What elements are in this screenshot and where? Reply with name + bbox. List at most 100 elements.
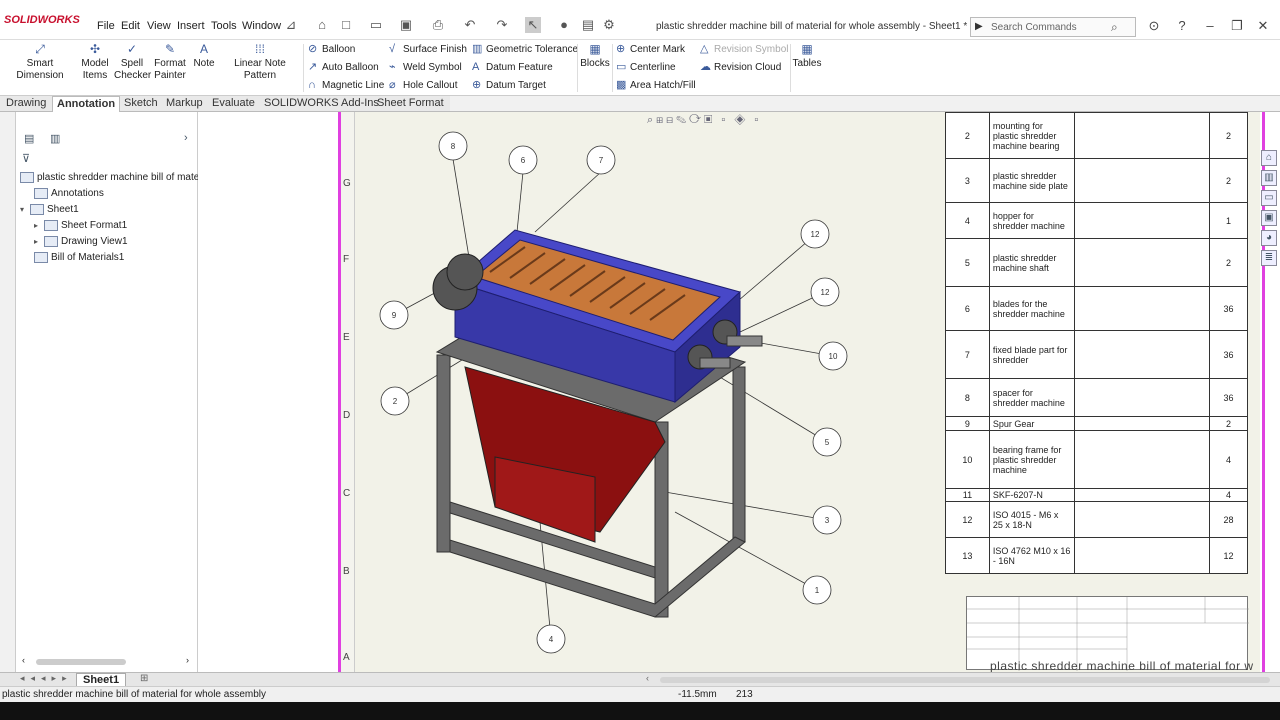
property-manager-tab-icon[interactable]: ▥ — [50, 132, 60, 145]
restore-icon[interactable]: ❐ — [1228, 17, 1246, 35]
command-manager-ribbon: ⤢ Smart Dimension ✣ Model Items ✓ Spell … — [0, 40, 1280, 96]
surface-finish-button[interactable]: √ Surface Finish — [389, 41, 469, 57]
tab-sketch[interactable]: Sketch — [120, 96, 162, 112]
smart-dimension-button[interactable]: ⤢ Smart Dimension — [4, 42, 76, 82]
balloon-button[interactable]: ⊘ Balloon — [308, 41, 388, 57]
pin-icon[interactable]: ⊿ — [283, 17, 299, 33]
file-properties-icon[interactable]: ▤ — [580, 17, 596, 33]
bill-of-materials-table[interactable]: 2 mounting for plastic shredder machine b… — [945, 112, 1248, 574]
tree-item-sheet-format1[interactable]: ▸ Sheet Format1 — [34, 218, 127, 234]
appearances-icon[interactable]: ◕ — [1261, 230, 1277, 246]
expand-icon[interactable]: ▸ — [34, 234, 44, 250]
weld-symbol-button[interactable]: ⌁ Weld Symbol — [389, 59, 469, 75]
revision-symbol-button[interactable]: △ Revision Symbol — [700, 41, 790, 57]
datum-target-button[interactable]: ⊕ Datum Target — [472, 77, 572, 93]
scroll-left-icon[interactable]: ‹ — [22, 655, 25, 665]
file-explorer-icon[interactable]: ▭ — [1261, 190, 1277, 206]
tree-item-drawing-view1[interactable]: ▸ Drawing View1 — [34, 234, 128, 250]
tree-item-annotations[interactable]: Annotations — [34, 186, 104, 202]
menu-view[interactable]: View — [147, 20, 171, 32]
bom-row[interactable]: 7 fixed blade part for shredder 36 — [945, 330, 1248, 379]
center-mark-button[interactable]: ⊕ Center Mark — [616, 41, 696, 57]
select-icon[interactable]: ↖ — [525, 17, 541, 33]
geometric-tolerance-button[interactable]: ▥ Geometric Tolerance — [472, 41, 578, 57]
tree-horizontal-scrollbar[interactable]: ‹ › — [22, 655, 194, 667]
menu-tools[interactable]: Tools — [211, 20, 237, 32]
revision-cloud-button[interactable]: ☁ Revision Cloud — [700, 59, 790, 75]
bom-row[interactable]: 2 mounting for plastic shredder machine b… — [945, 112, 1248, 159]
options-icon[interactable]: ⚙ — [601, 17, 617, 33]
tab-evaluate[interactable]: Evaluate — [208, 96, 259, 112]
print-icon[interactable]: ⎙ — [430, 17, 446, 33]
blocks-button[interactable]: ▦ Blocks — [580, 42, 610, 70]
note-button[interactable]: A Note — [191, 42, 217, 70]
linear-note-pattern-button[interactable]: ⁞⁞⁞ Linear Note Pattern — [219, 42, 301, 82]
bom-row[interactable]: 9 Spur Gear 2 — [945, 416, 1248, 431]
close-icon[interactable]: ✕ — [1254, 17, 1272, 35]
menu-file[interactable]: File — [97, 20, 115, 32]
add-sheet-icon[interactable]: ⊞ — [140, 673, 148, 684]
bom-row[interactable]: 13 ISO 4762 M10 x 16 - 16N 12 — [945, 537, 1248, 574]
home-icon[interactable]: ⌂ — [314, 17, 330, 33]
save-icon[interactable]: ▣ — [398, 17, 414, 33]
view-palette-icon[interactable]: ▣ — [1261, 210, 1277, 226]
user-icon[interactable]: ⊙ — [1145, 17, 1163, 35]
tree-root[interactable]: plastic shredder machine bill of mate — [20, 170, 199, 186]
bom-row[interactable]: 5 plastic shredder machine shaft 2 — [945, 238, 1248, 287]
expand-icon[interactable]: ▸ — [34, 218, 44, 234]
menu-edit[interactable]: Edit — [121, 20, 140, 32]
format-painter-button[interactable]: ✎ Format Painter — [153, 42, 187, 82]
scrollbar-thumb[interactable] — [36, 659, 126, 665]
bom-row[interactable]: 6 blades for the shredder machine 36 — [945, 286, 1248, 331]
auto-balloon-button[interactable]: ↗ Auto Balloon — [308, 59, 388, 75]
tree-item-sheet1[interactable]: ▾ Sheet1 — [20, 202, 79, 218]
tab-annotation[interactable]: Annotation — [52, 96, 121, 112]
menu-insert[interactable]: Insert — [177, 20, 205, 32]
datum-feature-button[interactable]: A Datum Feature — [472, 59, 572, 75]
hole-callout-button[interactable]: ⌀ Hole Callout — [389, 77, 469, 93]
sheet-navigation-icons[interactable]: ◂◂◂▸▸ — [20, 673, 73, 684]
tab-add-ins[interactable]: SOLIDWORKS Add-Ins — [260, 96, 383, 112]
bom-row[interactable]: 8 spacer for shredder machine 36 — [945, 378, 1248, 417]
new-document-icon[interactable]: □ — [338, 17, 354, 33]
app-logo[interactable]: SOLIDWORKS — [4, 14, 80, 26]
bom-part-number: plastic shredder machine side plate — [988, 158, 1075, 203]
area-hatch-fill-button[interactable]: ▩ Area Hatch/Fill — [616, 77, 696, 93]
magnetic-line-button[interactable]: ∩ Magnetic Line — [308, 77, 388, 93]
tables-button[interactable]: ▦ Tables — [792, 42, 822, 70]
search-icon[interactable]: ⌕ — [1111, 20, 1118, 35]
filter-icon[interactable]: ⊽ — [22, 152, 30, 165]
feature-manager-tab-icon[interactable]: ▤ — [24, 132, 34, 145]
isometric-view[interactable]: 8 6 7 12 12 9 10 2 5 3 1 4 — [355, 112, 945, 672]
rebuild-icon[interactable]: ● — [556, 17, 572, 33]
tab-sheet-format[interactable]: Sheet Format — [373, 96, 448, 112]
bom-row[interactable]: 10 bearing frame for plastic shredder mac… — [945, 430, 1248, 489]
bom-row[interactable]: 11 SKF-6207-N 4 — [945, 488, 1248, 502]
search-commands-input[interactable]: ▶ Search Commands ⌕ — [970, 17, 1136, 37]
open-icon[interactable]: ▭ — [368, 17, 384, 33]
expand-panel-icon[interactable]: › — [184, 132, 188, 144]
tab-markup[interactable]: Markup — [162, 96, 207, 112]
custom-properties-icon[interactable]: ≣ — [1261, 250, 1277, 266]
menu-window[interactable]: Window — [242, 20, 281, 32]
scroll-right-icon[interactable]: › — [186, 655, 189, 665]
bom-row[interactable]: 4 hopper for shredder machine 1 — [945, 202, 1248, 239]
scroll-left-icon[interactable]: ‹ — [646, 673, 649, 683]
home-icon[interactable]: ⌂ — [1261, 150, 1277, 166]
collapse-icon[interactable]: ▾ — [20, 202, 30, 218]
spell-checker-button[interactable]: ✓ Spell Checker — [114, 42, 151, 82]
bom-row[interactable]: 3 plastic shredder machine side plate 2 — [945, 158, 1248, 203]
horizontal-scrollbar[interactable] — [660, 677, 1270, 683]
tree-item-bill-of-materials1[interactable]: Bill of Materials1 — [34, 250, 124, 266]
redo-icon[interactable]: ↷ — [494, 17, 510, 33]
help-icon[interactable]: ? — [1173, 17, 1191, 35]
sheet-tab[interactable]: Sheet1 — [76, 673, 127, 687]
bom-row[interactable]: 12 ISO 4015 - M6 x 25 x 18-N 28 — [945, 501, 1248, 538]
model-items-button[interactable]: ✣ Model Items — [80, 42, 110, 82]
tab-drawing[interactable]: Drawing — [2, 96, 50, 112]
undo-icon[interactable]: ↶ — [462, 17, 478, 33]
centerline-button[interactable]: ▭ Centerline — [616, 59, 696, 75]
design-library-icon[interactable]: ▥ — [1261, 170, 1277, 186]
bom-item-number: 11 — [945, 488, 990, 502]
minimize-icon[interactable]: – — [1201, 17, 1219, 35]
